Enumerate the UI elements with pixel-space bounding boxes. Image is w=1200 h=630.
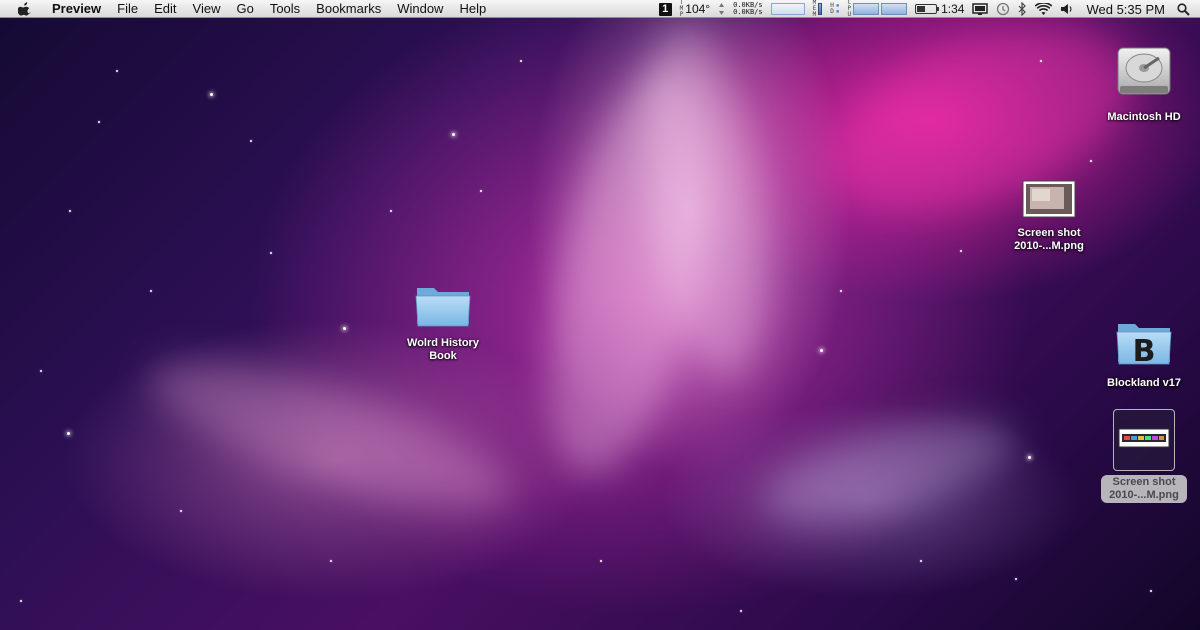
star (452, 133, 455, 136)
star (250, 140, 252, 142)
updown-arrows-icon (718, 2, 725, 16)
app-folder-icon: B (1115, 318, 1173, 373)
folder-icon (414, 282, 472, 333)
hard-drive-icon (1112, 42, 1176, 107)
spotlight-search-icon[interactable] (1177, 2, 1190, 16)
star (343, 327, 346, 330)
star (40, 370, 42, 372)
bluetooth-icon[interactable] (1018, 2, 1027, 16)
network-monitor[interactable]: 0.0KB/s 0.0KB/s (733, 2, 763, 16)
menu-app-name[interactable]: Preview (40, 0, 109, 18)
star (960, 250, 962, 252)
menu-view[interactable]: View (185, 0, 229, 18)
wallpaper-streak (135, 333, 525, 537)
desktop-icon-blockland[interactable]: B Blockland v17 (1089, 318, 1199, 390)
memory-monitor[interactable]: M E M (813, 0, 823, 18)
disk-monitor[interactable]: H D ▪ ▪ (830, 3, 839, 15)
star (20, 600, 22, 602)
network-graph (770, 3, 805, 15)
image-file-icon (1118, 428, 1170, 453)
wallpaper-streak (625, 14, 785, 386)
image-file-icon (1022, 180, 1076, 223)
display-mirror-icon[interactable] (972, 2, 989, 16)
star (600, 560, 602, 562)
desktop-icon-screenshot-1[interactable]: Screen shot 2010-...M.png (994, 180, 1104, 253)
selection-highlight (1113, 409, 1175, 471)
star (69, 210, 71, 212)
cpu-graph-core2 (881, 3, 908, 15)
star (920, 560, 922, 562)
memory-bar (818, 3, 823, 15)
star (116, 70, 118, 72)
desktop-icon-label: Blockland v17 (1107, 377, 1181, 389)
temperature-monitor[interactable]: T M P 104° (680, 0, 710, 18)
star (520, 60, 522, 62)
star (210, 93, 213, 96)
desktop-icon-wolrd-history-book[interactable]: Wolrd History Book (388, 282, 498, 363)
star (1090, 160, 1092, 162)
battery-status[interactable]: 1:34 (915, 2, 964, 16)
menu-bar: Preview File Edit View Go Tools Bookmark… (0, 0, 1200, 18)
cpu-monitor[interactable]: C P U (847, 0, 908, 18)
battery-icon (915, 4, 940, 14)
menu-help[interactable]: Help (451, 0, 494, 18)
wallpaper-streak (517, 50, 743, 490)
star (1028, 456, 1031, 459)
star (390, 210, 392, 212)
star (67, 432, 70, 435)
desktop-icon-screenshot-2[interactable]: Screen shot 2010-...M.png (1089, 409, 1199, 503)
disk-activity-icon: ▪ ▪ (835, 2, 840, 15)
star (740, 610, 742, 612)
spaces-indicator[interactable]: 1 (658, 2, 672, 16)
menu-window[interactable]: Window (389, 0, 451, 18)
wallpaper-streak (802, 0, 1158, 250)
temperature-value: 104° (685, 2, 711, 16)
desktop-icon-label: Screen shot 2010-...M.png (1101, 475, 1187, 503)
desktop-icon-label: Screen shot 2010-...M.png (1014, 227, 1084, 252)
menu-tools[interactable]: Tools (262, 0, 308, 18)
svg-text:B: B (1133, 334, 1156, 368)
temperature-label: T M P (679, 0, 684, 18)
battery-time: 1:34 (941, 2, 965, 16)
memory-label: M E M (812, 0, 817, 18)
apple-menu-icon[interactable] (17, 1, 31, 17)
wallpaper-streak (754, 397, 1026, 543)
wifi-icon[interactable] (1035, 2, 1053, 16)
desktop-icon-label: Wolrd History Book (407, 337, 479, 362)
star (1150, 590, 1152, 592)
star (480, 190, 482, 192)
star (98, 121, 100, 123)
menu-edit[interactable]: Edit (146, 0, 184, 18)
menu-go[interactable]: Go (228, 0, 261, 18)
star (330, 560, 332, 562)
menu-file[interactable]: File (109, 0, 146, 18)
star (1040, 60, 1042, 62)
desktop[interactable]: Preview File Edit View Go Tools Bookmark… (0, 0, 1200, 630)
disk-label: H D (830, 2, 834, 15)
network-download-rate: 0.0KB/s (733, 8, 763, 16)
menu-clock[interactable]: Wed 5:35 PM (1086, 2, 1165, 17)
star (270, 252, 272, 254)
desktop-icon-label: Macintosh HD (1107, 111, 1181, 123)
cpu-label: C P U (847, 0, 852, 18)
desktop-icon-macintosh-hd[interactable]: Macintosh HD (1089, 42, 1199, 124)
star (840, 290, 842, 292)
menu-bookmarks[interactable]: Bookmarks (308, 0, 389, 18)
time-machine-icon[interactable] (996, 2, 1010, 16)
star (820, 349, 823, 352)
volume-icon[interactable] (1060, 3, 1074, 15)
star (180, 510, 182, 512)
cpu-graph-core1 (853, 3, 880, 15)
star (150, 290, 152, 292)
star (1015, 578, 1017, 580)
